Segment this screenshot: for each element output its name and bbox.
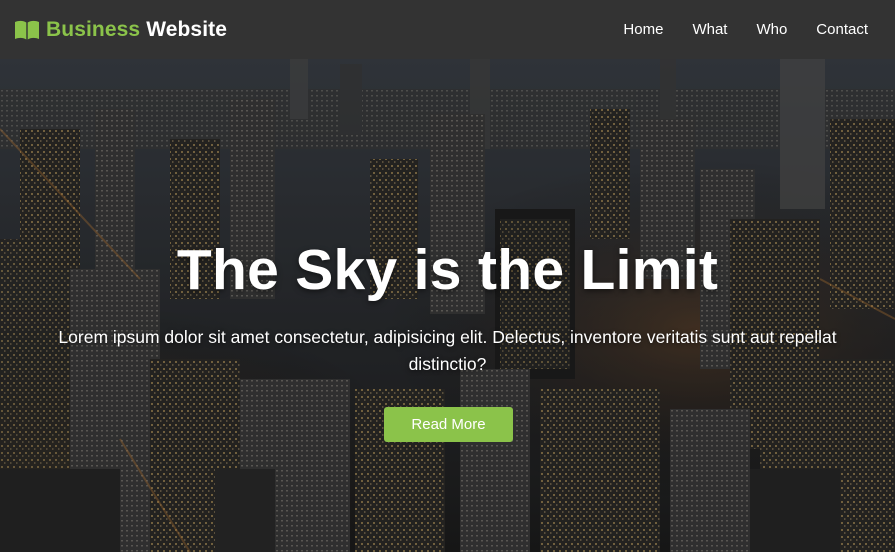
book-icon [15, 20, 39, 39]
navbar: Business Website Home What Who Contact [0, 0, 895, 59]
nav-link-contact[interactable]: Contact [816, 21, 868, 38]
page: Business Website Home What Who Contact T… [0, 0, 895, 552]
nav-link-what[interactable]: What [692, 21, 727, 38]
read-more-button[interactable]: Read More [384, 407, 513, 442]
brand-name-main: Website [146, 17, 228, 41]
nav-link-who[interactable]: Who [756, 21, 787, 38]
hero-title: The Sky is the Limit [176, 238, 719, 302]
nav-links: Home What Who Contact [623, 21, 881, 38]
hero-content: The Sky is the Limit Lorem ipsum dolor s… [0, 59, 895, 552]
hero-section: The Sky is the Limit Lorem ipsum dolor s… [0, 59, 895, 552]
hero-description: Lorem ipsum dolor sit amet consectetur, … [58, 327, 837, 374]
nav-link-home[interactable]: Home [623, 21, 663, 38]
brand-name-accent: Business [46, 17, 141, 41]
brand-name: Business Website [46, 18, 227, 42]
brand-logo[interactable]: Business Website [14, 18, 227, 42]
